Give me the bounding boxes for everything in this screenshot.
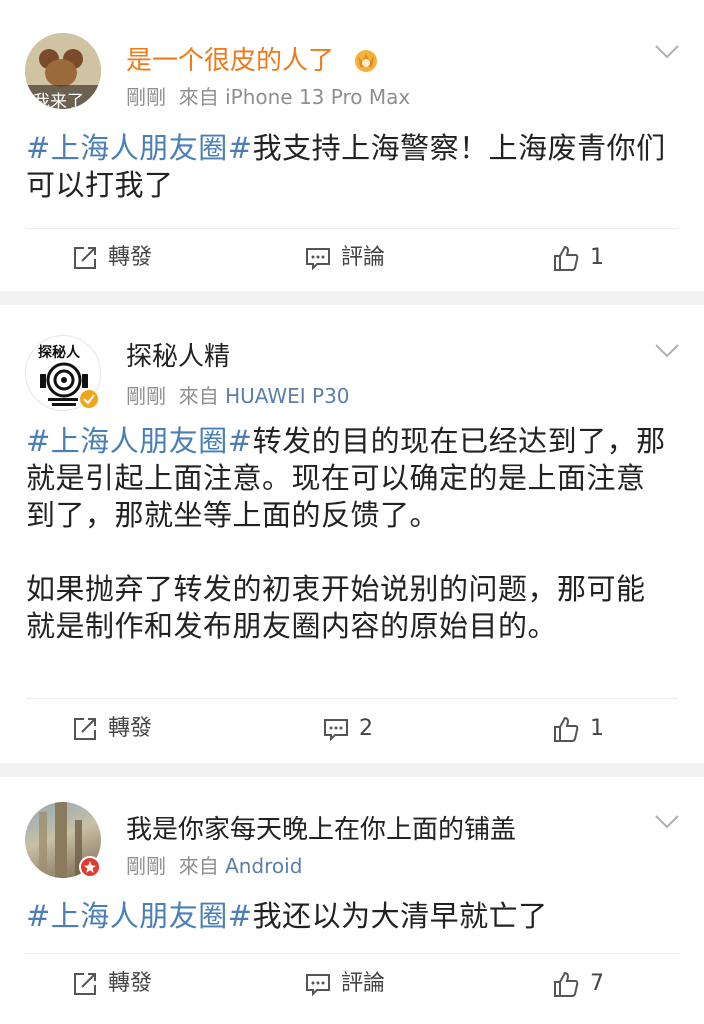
- post-card: 我来了 是一个很皮的人了 剛剛 來自 iPhone 13 Pro Max #上海…: [0, 0, 704, 291]
- comment-label: 評論: [341, 971, 386, 996]
- avatar-caption: 我来了: [33, 92, 84, 109]
- divider: [26, 698, 678, 699]
- post-card: 探秘人 探秘人精 剛剛 來自 HUAWEI P30 #上海人朋友圈#转发的目的现…: [0, 305, 704, 763]
- repost-icon: [74, 718, 96, 740]
- post-text: 我还以为大清早就亡了: [252, 899, 548, 933]
- device-link[interactable]: Android: [225, 854, 302, 878]
- source-prefix: 來自: [178, 85, 219, 109]
- like-button[interactable]: 1: [552, 715, 604, 743]
- username[interactable]: 是一个很皮的人了: [126, 45, 334, 77]
- chevron-down-icon[interactable]: [654, 343, 680, 359]
- repost-button[interactable]: 轉發: [72, 970, 152, 998]
- comment-label: 評論: [341, 245, 386, 270]
- device-link[interactable]: iPhone 13 Pro Max: [225, 85, 410, 109]
- post-paragraph: 如果抛弃了转发的初衷开始说别的问题，那可能就是制作和发布朋友圈内容的原始目的。: [26, 571, 666, 645]
- hashtag-link[interactable]: #上海人朋友圈#: [26, 899, 253, 933]
- like-icon: [554, 245, 579, 271]
- comment-button[interactable]: 評論: [305, 244, 385, 272]
- like-button[interactable]: 7: [552, 970, 604, 998]
- post-content: #上海人朋友圈#我还以为大清早就亡了: [26, 898, 666, 935]
- device-link[interactable]: HUAWEI P30: [225, 384, 349, 408]
- like-count: 1: [590, 245, 604, 270]
- post-content: #上海人朋友圈#转发的目的现在已经达到了，那就是引起上面注意。现在可以确定的是上…: [26, 423, 666, 645]
- comment-icon: [306, 248, 330, 271]
- repost-label: 轉發: [108, 245, 153, 270]
- avatar[interactable]: 我来了: [25, 33, 101, 109]
- source-prefix: 來自: [178, 384, 219, 408]
- like-count: 7: [590, 971, 604, 996]
- post-time: 剛剛: [126, 854, 166, 878]
- verified-badge-icon: [78, 388, 100, 410]
- like-button[interactable]: 1: [552, 244, 604, 272]
- comment-button[interactable]: 2: [323, 715, 373, 743]
- repost-icon: [74, 973, 96, 995]
- post-card: 我是你家每天晚上在你上面的铺盖 剛剛 來自 Android #上海人朋友圈#我还…: [0, 777, 704, 1024]
- post-time: 剛剛: [126, 85, 166, 109]
- source-prefix: 來自: [178, 854, 219, 878]
- repost-button[interactable]: 轉發: [72, 715, 152, 743]
- red-badge-icon: [79, 856, 101, 878]
- chevron-down-icon[interactable]: [654, 44, 680, 60]
- hashtag-link[interactable]: #上海人朋友圈#: [26, 424, 253, 458]
- post-content: #上海人朋友圈#我支持上海警察！上海废青你们可以打我了: [26, 130, 666, 204]
- post-paragraph: #上海人朋友圈#转发的目的现在已经达到了，那就是引起上面注意。现在可以确定的是上…: [26, 423, 666, 534]
- like-count: 1: [590, 716, 604, 741]
- like-icon: [554, 971, 579, 997]
- username[interactable]: 我是你家每天晚上在你上面的铺盖: [126, 814, 516, 846]
- comment-icon: [324, 719, 348, 742]
- post-meta: 剛剛 來自 Android: [126, 853, 302, 879]
- divider: [26, 953, 678, 954]
- chevron-down-icon[interactable]: [654, 814, 680, 830]
- repost-button[interactable]: 轉發: [72, 244, 152, 272]
- repost-label: 轉發: [108, 716, 153, 741]
- like-icon: [554, 716, 579, 742]
- hashtag-link[interactable]: #上海人朋友圈#: [26, 131, 253, 165]
- repost-icon: [74, 247, 96, 269]
- username[interactable]: 探秘人精: [126, 341, 230, 373]
- crown-badge-icon: [355, 50, 377, 72]
- post-meta: 剛剛 來自 iPhone 13 Pro Max: [126, 84, 410, 110]
- post-meta: 剛剛 來自 HUAWEI P30: [126, 383, 350, 409]
- post-text-2: 如果抛弃了转发的初衷开始说别的问题，那可能就是制作和发布朋友圈内容的原始目的。: [26, 572, 646, 643]
- post-time: 剛剛: [126, 384, 166, 408]
- divider: [26, 228, 678, 229]
- comment-button[interactable]: 評論: [305, 970, 385, 998]
- comment-count: 2: [359, 716, 373, 741]
- comment-icon: [306, 974, 330, 997]
- repost-label: 轉發: [108, 971, 153, 996]
